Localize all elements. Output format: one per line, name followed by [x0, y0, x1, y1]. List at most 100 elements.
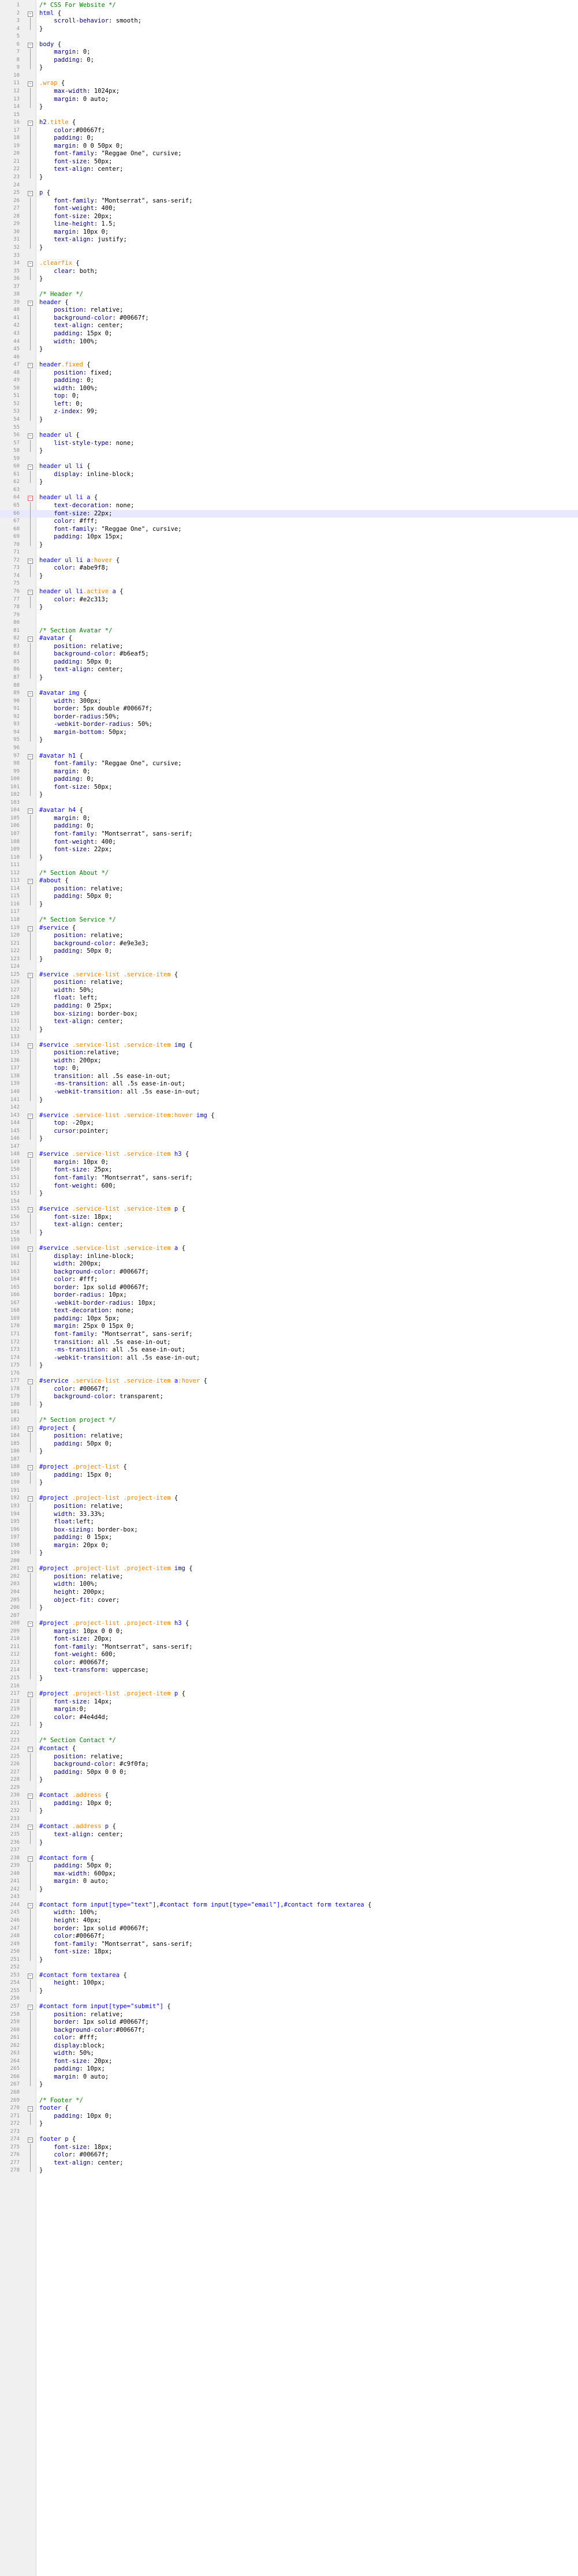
code-line[interactable]: 257− #contact form input[type="submit"] {: [0, 2003, 578, 2011]
code-line[interactable]: 211 font-family: "Montserrat", sans-seri…: [0, 1643, 578, 1652]
code-line[interactable]: 19 margin: 0 0 50px 0;: [0, 142, 578, 151]
code-line[interactable]: 41 background-color: #00667f;: [0, 314, 578, 323]
code-line[interactable]: 228}: [0, 1776, 578, 1784]
fold-toggle-icon[interactable]: −: [28, 1692, 33, 1698]
fold-toggle-icon[interactable]: −: [28, 42, 33, 48]
code-line[interactable]: 66 font-size: 22px;: [0, 510, 578, 518]
code-line[interactable]: 119− #service {: [0, 924, 578, 933]
code-line[interactable]: 215}: [0, 1675, 578, 1683]
code-line[interactable]: 225 position: relative;: [0, 1753, 578, 1761]
code-line[interactable]: 198 margin: 20px 0;: [0, 1541, 578, 1550]
code-line[interactable]: 218 font-size: 14px;: [0, 1698, 578, 1706]
fold-toggle-icon[interactable]: −: [28, 636, 33, 642]
code-line[interactable]: 146}: [0, 1135, 578, 1143]
code-line[interactable]: 184 position: relative;: [0, 1432, 578, 1440]
code-line[interactable]: 232}: [0, 1807, 578, 1815]
code-line[interactable]: 177− #service .service-list .service-item…: [0, 1377, 578, 1386]
code-line[interactable]: 71: [0, 549, 578, 557]
code-line[interactable]: 138 transition: all .5s ease-in-out;: [0, 1072, 578, 1081]
fold-toggle-icon[interactable]: −: [28, 1973, 33, 1979]
code-line[interactable]: 235 text-align: center;: [0, 1830, 578, 1839]
code-line[interactable]: 115 padding: 50px 0;: [0, 893, 578, 901]
fold-toggle-icon[interactable]: −: [28, 11, 33, 17]
code-line[interactable]: 216: [0, 1683, 578, 1691]
code-line[interactable]: 200: [0, 1557, 578, 1566]
code-line[interactable]: 152 font-weight: 600;: [0, 1182, 578, 1190]
code-line[interactable]: 182/* Section project */: [0, 1417, 578, 1425]
code-line[interactable]: 161 display: inline-block;: [0, 1252, 578, 1261]
code-line[interactable]: 110}: [0, 853, 578, 862]
code-line[interactable]: 108 font-weight: 400;: [0, 838, 578, 847]
code-line[interactable]: 56− header ul {: [0, 432, 578, 440]
code-line[interactable]: 145 cursor:pointer;: [0, 1127, 578, 1136]
code-line[interactable]: 254 height: 100px;: [0, 1979, 578, 1987]
code-line[interactable]: 154: [0, 1198, 578, 1206]
code-line[interactable]: 194 width: 33.33%;: [0, 1510, 578, 1519]
code-line[interactable]: 39− header {: [0, 299, 578, 307]
code-line[interactable]: 165 border: 1px solid #00667f;: [0, 1283, 578, 1292]
code-line[interactable]: 30 margin: 10px 0;: [0, 228, 578, 237]
code-line[interactable]: 243: [0, 1893, 578, 1901]
code-line[interactable]: 86 text-align: center;: [0, 666, 578, 675]
code-line[interactable]: 12 max-width: 1024px;: [0, 88, 578, 96]
code-line[interactable]: 168 text-decoration: none;: [0, 1307, 578, 1315]
code-line[interactable]: 128 float: left;: [0, 994, 578, 1002]
code-line[interactable]: 234− #contact .address p {: [0, 1823, 578, 1831]
code-line[interactable]: 207: [0, 1612, 578, 1620]
code-line[interactable]: 237: [0, 1847, 578, 1855]
code-line[interactable]: 186}: [0, 1448, 578, 1456]
code-line[interactable]: 213 color: #00667f;: [0, 1658, 578, 1667]
code-line[interactable]: 26 font-family: "Montserrat", sans-serif…: [0, 197, 578, 205]
code-line[interactable]: 210 font-size: 20px;: [0, 1635, 578, 1643]
code-line[interactable]: 185 padding: 50px 0;: [0, 1440, 578, 1448]
code-line[interactable]: 190}: [0, 1479, 578, 1487]
code-line[interactable]: 45}: [0, 346, 578, 354]
code-line[interactable]: 159: [0, 1237, 578, 1245]
code-line[interactable]: 222: [0, 1729, 578, 1738]
code-line[interactable]: 189 padding: 15px 0;: [0, 1471, 578, 1480]
code-line[interactable]: 57 list-style-type: none;: [0, 439, 578, 448]
code-line[interactable]: 141}: [0, 1096, 578, 1104]
fold-toggle-icon[interactable]: −: [28, 972, 33, 978]
code-line[interactable]: 117: [0, 908, 578, 916]
code-line[interactable]: 157 text-align: center;: [0, 1221, 578, 1229]
code-line[interactable]: 245 width: 100%;: [0, 1909, 578, 1917]
code-line[interactable]: 261 color: #fff;: [0, 2034, 578, 2042]
code-line[interactable]: 204 height: 200px;: [0, 1589, 578, 1597]
code-line[interactable]: 17 color:#00667f;: [0, 126, 578, 135]
code-line[interactable]: 247 border: 1px solid #00667f;: [0, 1924, 578, 1933]
code-line[interactable]: 263 width: 50%;: [0, 2050, 578, 2058]
code-line[interactable]: 102}: [0, 791, 578, 799]
code-line[interactable]: 266 margin: 0 auto;: [0, 2073, 578, 2081]
code-line[interactable]: 133: [0, 1034, 578, 1042]
fold-toggle-icon[interactable]: −: [28, 261, 33, 267]
code-line[interactable]: 132}: [0, 1025, 578, 1034]
code-line[interactable]: 109 font-size: 22px;: [0, 846, 578, 854]
code-line[interactable]: 52 left: 0;: [0, 400, 578, 409]
code-line[interactable]: 73 color: #abe9f8;: [0, 564, 578, 572]
code-line[interactable]: 233: [0, 1815, 578, 1824]
code-line[interactable]: 274− footer p {: [0, 2136, 578, 2144]
code-line[interactable]: 183− #project {: [0, 1425, 578, 1433]
code-line[interactable]: 201− #project .project-list .project-item…: [0, 1565, 578, 1573]
code-line[interactable]: 129 padding: 0 25px;: [0, 1002, 578, 1010]
code-line[interactable]: 224− #contact {: [0, 1745, 578, 1753]
code-line[interactable]: 61 display: inline-block;: [0, 470, 578, 479]
fold-toggle-icon[interactable]: −: [28, 1426, 33, 1432]
code-line[interactable]: 43 padding: 15px 0;: [0, 330, 578, 338]
code-line[interactable]: 271 padding: 10px 0;: [0, 2112, 578, 2121]
code-line[interactable]: 273: [0, 2128, 578, 2136]
fold-toggle-icon[interactable]: −: [28, 121, 33, 126]
code-line[interactable]: 80: [0, 619, 578, 627]
code-line[interactable]: 59: [0, 455, 578, 463]
fold-toggle-icon[interactable]: −: [28, 1043, 33, 1049]
code-line[interactable]: 242}: [0, 1885, 578, 1894]
code-line[interactable]: 276 color: #00667f;: [0, 2151, 578, 2159]
code-line[interactable]: 170 margin: 25px 0 15px 0;: [0, 1323, 578, 1331]
code-line[interactable]: 193 position: relative;: [0, 1503, 578, 1511]
code-line[interactable]: 24: [0, 182, 578, 190]
fold-toggle-icon[interactable]: −: [28, 1207, 33, 1213]
code-line[interactable]: 83 position: relative;: [0, 642, 578, 651]
code-line[interactable]: 27 font-weight: 400;: [0, 205, 578, 213]
code-editor[interactable]: 1/* CSS For Website */2− html {3 scroll-b…: [0, 0, 578, 2576]
